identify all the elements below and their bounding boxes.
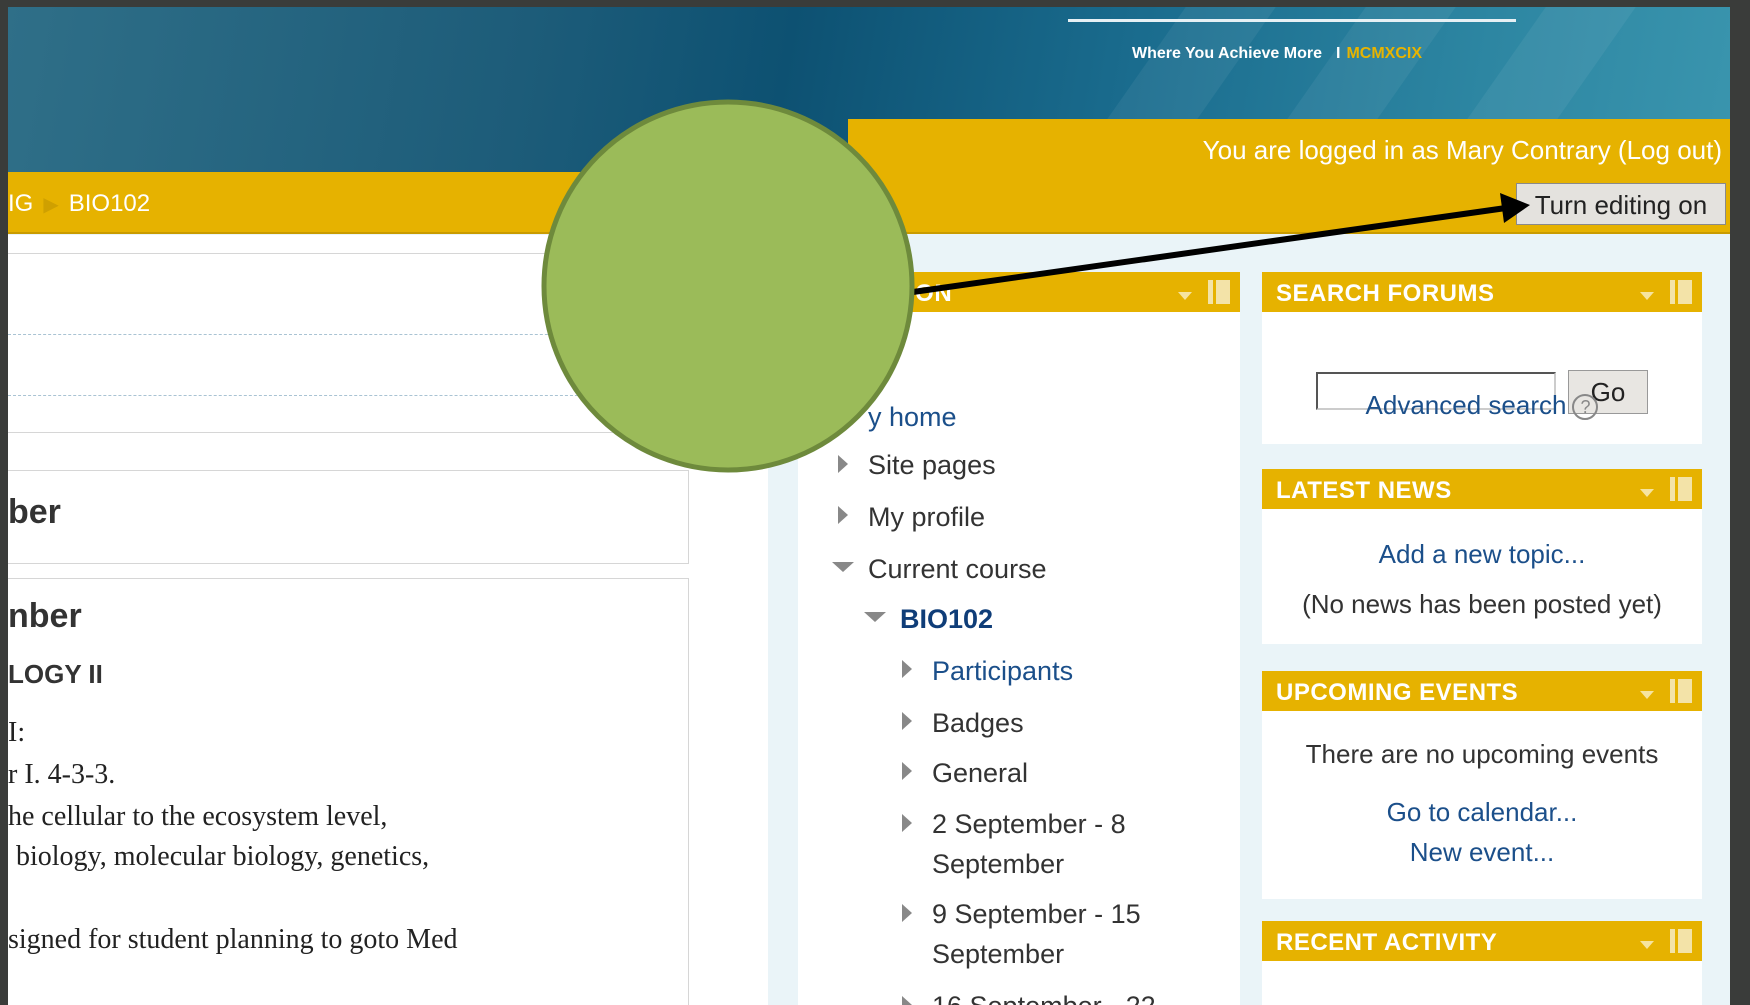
- block-minimize-icon[interactable]: [1640, 941, 1654, 949]
- section-text-line: biology, molecular biology, genetics,: [16, 841, 430, 872]
- turn-editing-on-button[interactable]: Turn editing on: [1516, 183, 1726, 225]
- add-new-topic-link[interactable]: Add a new topic...: [1262, 539, 1702, 570]
- navigation-block: y home Site pages My profile Current cou…: [798, 312, 1240, 1005]
- expand-triangle-icon[interactable]: [864, 612, 886, 622]
- tagline-separator: I: [1335, 45, 1341, 62]
- recent-activity-block-header: RECENT ACTIVITY: [1262, 921, 1702, 961]
- block-title: LATEST NEWS: [1276, 477, 1452, 504]
- block-dock-icon[interactable]: [1670, 280, 1692, 304]
- course-section: ber: [8, 470, 689, 564]
- block-dock-icon[interactable]: [1208, 280, 1230, 304]
- block-minimize-icon[interactable]: [1640, 691, 1654, 699]
- nav-item-badges[interactable]: Badges: [932, 708, 1024, 739]
- advanced-search-link[interactable]: Advanced search: [1366, 390, 1567, 420]
- go-to-calendar-link[interactable]: Go to calendar...: [1262, 797, 1702, 828]
- block-title: RECENT ACTIVITY: [1276, 929, 1498, 956]
- section-text-line: r I. 4-3-3.: [8, 759, 116, 790]
- nav-item-my-home[interactable]: y home: [868, 402, 957, 433]
- tagline-year: MCMXCIX: [1346, 45, 1422, 62]
- block-title: SEARCH FORUMS: [1276, 280, 1495, 307]
- nav-item-week-2-line2[interactable]: September: [932, 939, 1064, 970]
- collapse-triangle-icon[interactable]: [838, 455, 848, 473]
- collapse-triangle-icon[interactable]: [902, 904, 912, 922]
- advanced-search: Advanced search?: [1262, 390, 1702, 421]
- no-events-text: There are no upcoming events: [1305, 739, 1659, 769]
- block-dock-icon[interactable]: [1670, 679, 1692, 703]
- breadcrumb-item-current[interactable]: BIO102: [69, 190, 150, 217]
- header-rule: [1068, 19, 1516, 22]
- section-title: nber: [8, 597, 82, 635]
- nav-item-current-course[interactable]: Current course: [868, 554, 1047, 585]
- course-content: ber nber LOGY II I: r I. 4-3-3. he cellu…: [8, 235, 768, 1005]
- nav-item-week-1[interactable]: 2 September - 8: [932, 809, 1126, 840]
- section-title: ber: [8, 493, 61, 531]
- navigation-block-header: ION: [798, 272, 1240, 312]
- site-tagline: Where You Achieve More I MCMXCIX: [1132, 45, 1422, 63]
- breadcrumb-item[interactable]: IG: [8, 190, 33, 217]
- recent-activity-block: [1262, 961, 1702, 1005]
- collapse-triangle-icon[interactable]: [902, 712, 912, 730]
- breadcrumb: IG ▶ BIO102: [8, 172, 1730, 234]
- collapse-triangle-icon[interactable]: [902, 660, 912, 678]
- collapse-triangle-icon[interactable]: [902, 814, 912, 832]
- screenshot-frame: Where You Achieve More I MCMXCIX You are l…: [8, 7, 1730, 1005]
- block-dock-icon[interactable]: [1670, 929, 1692, 953]
- nav-item-participants[interactable]: Participants: [932, 656, 1073, 687]
- section-subtitle: LOGY II: [8, 659, 103, 689]
- search-forums-block-header: SEARCH FORUMS: [1262, 272, 1702, 312]
- collapse-triangle-icon[interactable]: [838, 506, 848, 524]
- block-minimize-icon[interactable]: [1178, 292, 1192, 300]
- block-title: ION: [908, 280, 953, 307]
- help-icon[interactable]: ?: [1572, 394, 1599, 421]
- tagline-text: Where You Achieve More: [1132, 45, 1322, 62]
- block-title: UPCOMING EVENTS: [1276, 679, 1519, 706]
- expand-triangle-icon[interactable]: [832, 562, 854, 572]
- latest-news-block: Add a new topic... (No news has been pos…: [1262, 509, 1702, 644]
- upcoming-events-block-header: UPCOMING EVENTS: [1262, 671, 1702, 711]
- section-text-line: he cellular to the ecosystem level,: [8, 801, 388, 832]
- breadcrumb-trail: IG ▶ BIO102: [8, 190, 150, 218]
- course-summary-box: [8, 253, 689, 433]
- upcoming-events-block: There are no upcoming events Go to calen…: [1262, 711, 1702, 899]
- nav-item-week-3[interactable]: 16 September - 22: [932, 991, 1156, 1005]
- block-minimize-icon[interactable]: [1640, 292, 1654, 300]
- course-section: nber LOGY II I: r I. 4-3-3. he cellular …: [8, 578, 689, 1005]
- nav-item-week-1-line2[interactable]: September: [932, 849, 1064, 880]
- no-news-text: (No news has been posted yet): [1302, 589, 1662, 619]
- divider: [8, 334, 588, 335]
- latest-news-block-header: LATEST NEWS: [1262, 469, 1702, 509]
- new-event-link[interactable]: New event...: [1262, 837, 1702, 868]
- nav-item-course-bio102[interactable]: BIO102: [900, 604, 993, 635]
- divider: [8, 395, 588, 396]
- nav-item-week-2[interactable]: 9 September - 15: [932, 899, 1141, 930]
- nav-item-my-profile[interactable]: My profile: [868, 502, 985, 533]
- nav-item-general[interactable]: General: [932, 758, 1028, 789]
- collapse-triangle-icon[interactable]: [902, 996, 912, 1005]
- block-minimize-icon[interactable]: [1640, 489, 1654, 497]
- search-forums-block: Go Advanced search?: [1262, 312, 1702, 444]
- breadcrumb-separator-icon: ▶: [43, 194, 59, 216]
- nav-item-site-pages[interactable]: Site pages: [868, 450, 996, 481]
- collapse-triangle-icon[interactable]: [902, 762, 912, 780]
- login-info[interactable]: You are logged in as Mary Contrary (Log …: [1203, 135, 1722, 166]
- block-dock-icon[interactable]: [1670, 477, 1692, 501]
- section-text-line: I:: [8, 717, 26, 748]
- section-text-line: signed for student planning to goto Med: [8, 924, 458, 955]
